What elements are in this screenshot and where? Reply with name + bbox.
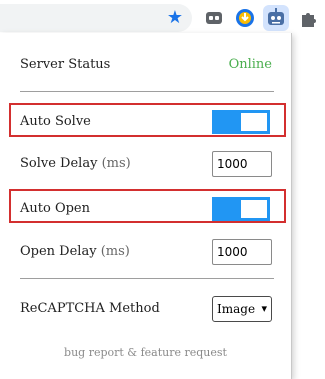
download-icon[interactable] [234,7,256,29]
recaptcha-method-selected: Image [217,302,256,316]
toggle-knob [241,113,267,131]
open-delay-label: Open Delay (ms) [20,244,130,259]
open-delay-input[interactable]: 1000 [212,239,272,265]
auto-open-label: Auto Open [20,201,90,216]
server-status-label: Server Status [20,57,111,72]
extension-popup: Server Status Online Auto Solve Solve De… [0,33,292,379]
auto-open-toggle[interactable] [212,197,270,221]
star-icon[interactable]: ★ [165,8,185,28]
browser-toolbar: ★ [0,0,325,34]
server-status-value: Online [228,57,272,72]
recaptcha-method-label: ReCAPTCHA Method [20,301,160,316]
bug-report-link[interactable]: bug report & feature request [0,346,291,359]
robot-icon[interactable] [263,5,289,31]
solve-delay-label: Solve Delay (ms) [20,156,131,171]
divider [20,91,274,92]
toggle-knob [241,200,267,218]
divider [20,278,274,279]
extension-icon[interactable] [203,7,225,29]
puzzle-icon[interactable] [298,7,320,29]
address-bar[interactable] [0,4,192,32]
auto-solve-toggle[interactable] [212,110,270,134]
solve-delay-input[interactable]: 1000 [212,151,272,177]
auto-solve-label: Auto Solve [20,114,91,129]
chevron-down-icon: ▾ [261,302,267,315]
recaptcha-method-select[interactable]: Image ▾ [212,296,272,322]
